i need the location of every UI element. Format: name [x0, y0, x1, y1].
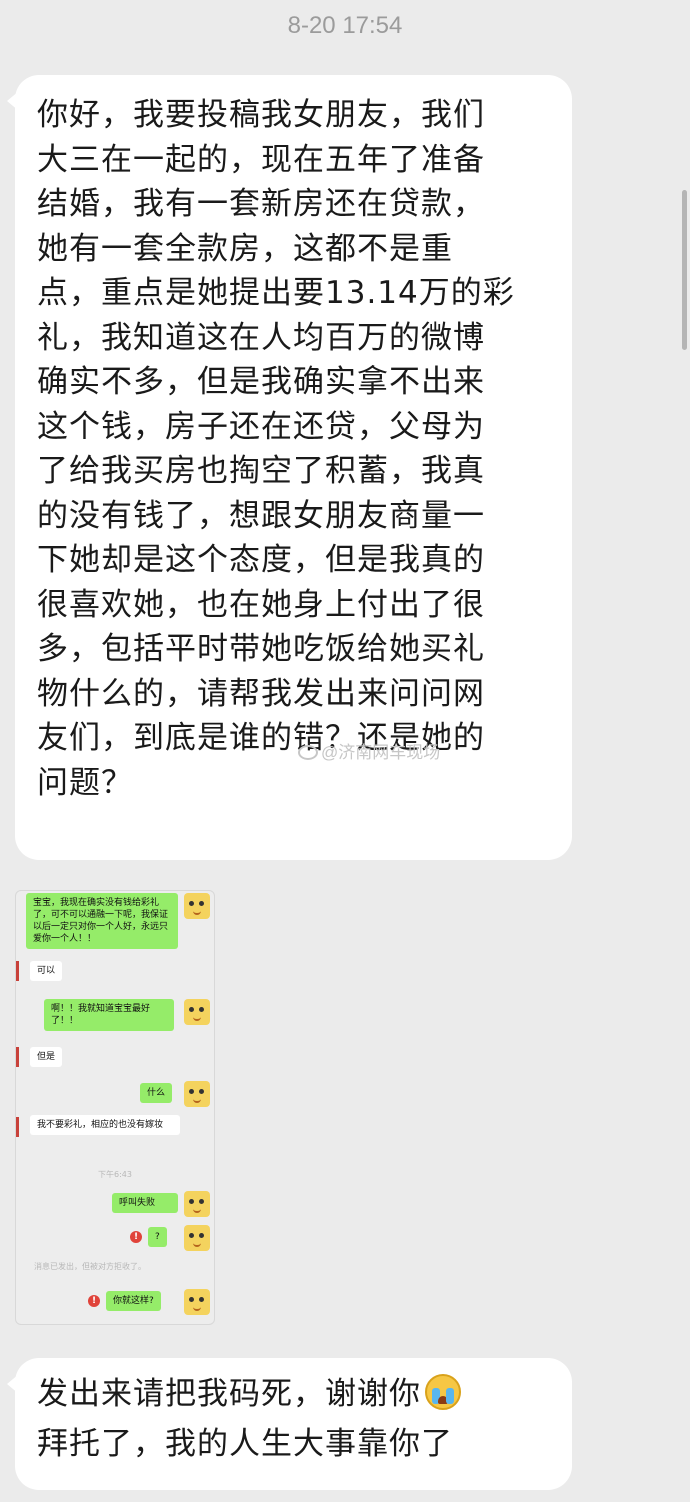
weibo-watermark: @济南网车现场 [298, 738, 440, 763]
message-2-text: 发出来请把我码死，谢谢你 [37, 1376, 421, 1412]
message-1-line: 这个钱，房子还在还贷，父母为 [37, 408, 485, 445]
message-timestamp: 8-20 17:54 [287, 12, 403, 39]
red-exclamation-icon: ! [88, 1295, 100, 1307]
message-2-line-1: 发出来请把我码死，谢谢你 [37, 1372, 550, 1422]
message-1-line: 多，包括平时带她吃饭给她买礼 [37, 631, 485, 667]
avatar-icon [184, 893, 210, 919]
screenshot-received-message: 但是 [30, 1047, 63, 1067]
message-1-line: 你好，我要投稿我女朋友，我们 [37, 97, 485, 133]
message-1-line: 的没有钱了，想跟女朋友商量一 [37, 497, 485, 534]
avatar-icon [184, 1191, 210, 1217]
screenshot-sent-message: ? [148, 1227, 167, 1247]
scrollbar[interactable] [682, 190, 687, 350]
screenshot-sent-message: 宝宝，我现在确实没有钱给彩礼了，可不可以通融一下呢，我保证以后一定只对你一个人好… [26, 893, 178, 949]
screenshot-time-label: 下午6:43 [98, 1170, 132, 1179]
message-2-line-2: 拜托了，我的人生大事靠你了 [37, 1426, 453, 1462]
message-1-line: 很喜欢她，也在她身上付出了很 [37, 586, 485, 623]
avatar-icon [184, 1289, 210, 1315]
avatar-icon [184, 999, 210, 1025]
message-1-line: 礼，我知道这在人均百万的微博 [37, 319, 485, 356]
screenshot-sent-message: 你就这样? [106, 1291, 161, 1311]
avatar-icon [184, 1081, 210, 1107]
red-exclamation-icon: ! [130, 1231, 142, 1243]
avatar-icon [184, 1225, 210, 1251]
message-1-line: 点，重点是她提出要13.14万的彩 [37, 275, 515, 311]
message-1-line: 下她却是这个态度，但是我真的 [37, 542, 485, 578]
screenshot-sent-message: 什么 [140, 1083, 173, 1103]
message-bubble-1[interactable]: 你好，我要投稿我女朋友，我们 大三在一起的，现在五年了准备 结婚，我有一套新房还… [7, 75, 572, 860]
screenshot-received-message: 我不要彩礼，相应的也没有嫁妆 [30, 1115, 180, 1135]
message-1-line: 大三在一起的，现在五年了准备 [37, 141, 485, 178]
weibo-logo-icon [298, 745, 318, 760]
message-1-line: 友们，到底是谁的错？还是她的 [37, 720, 485, 756]
redacted-bar [16, 1117, 19, 1137]
message-1-line: 问题？ [37, 764, 133, 801]
message-bubble-2[interactable]: 发出来请把我码死，谢谢你 拜托了，我的人生大事靠你了 [7, 1358, 572, 1490]
message-1-line: 确实不多，但是我确实拿不出来 [37, 364, 485, 400]
screenshot-sent-message: 呼叫失败 [112, 1193, 178, 1213]
message-1-line: 了给我买房也掏空了积蓄，我真 [37, 453, 485, 489]
message-1-line: 结婚，我有一套新房还在贷款， [37, 186, 485, 222]
screenshot-received-message: 可以 [30, 961, 63, 981]
crying-face-icon [425, 1374, 461, 1410]
redacted-bar [16, 961, 19, 981]
chat-screenshot-image[interactable]: 宝宝，我现在确实没有钱给彩礼了，可不可以通融一下呢，我保证以后一定只对你一个人好… [15, 890, 215, 1325]
screenshot-system-note: 消息已发出，但被对方拒收了。 [34, 1262, 146, 1271]
message-1-line: 物什么的，请帮我发出来问问网 [37, 675, 485, 712]
bubble-tail [7, 91, 19, 111]
watermark-text: @济南网车现场 [321, 743, 441, 762]
message-1-line: 她有一套全款房，这都不是重 [37, 230, 453, 267]
bubble-tail [7, 1374, 19, 1394]
screenshot-sent-message: 啊！！我就知道宝宝最好了！！ [44, 999, 174, 1031]
redacted-bar [16, 1047, 19, 1067]
